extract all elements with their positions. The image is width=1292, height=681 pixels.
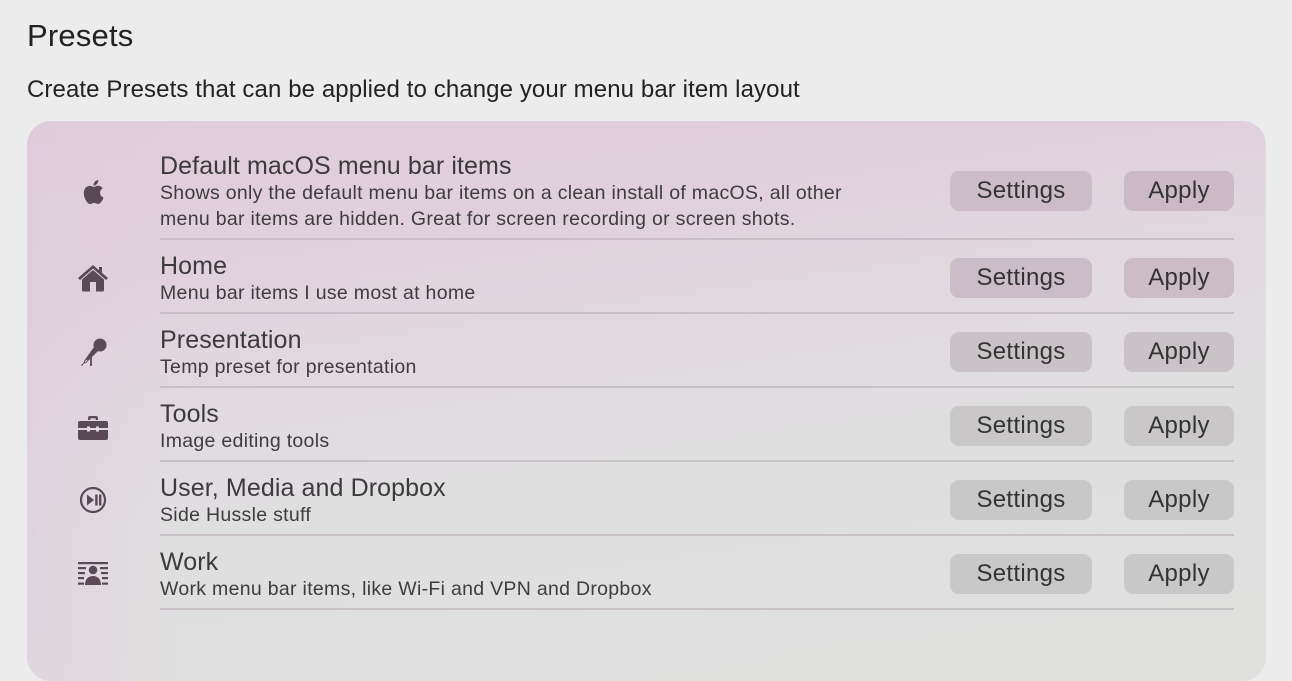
preset-description: menu bar items are hidden. Great for scr… (160, 208, 796, 230)
divider (160, 312, 1234, 314)
settings-button[interactable]: Settings (950, 554, 1092, 594)
preset-description: Side Hussle stuff (160, 504, 312, 526)
page-title: Presets (27, 18, 134, 53)
apply-button[interactable]: Apply (1124, 332, 1234, 372)
settings-button[interactable]: Settings (950, 480, 1092, 520)
divider (160, 386, 1234, 388)
play-pause-circle-icon (73, 480, 113, 520)
presets-list: Default macOS menu bar items Shows only … (27, 121, 1266, 681)
settings-button[interactable]: Settings (950, 406, 1092, 446)
toolbox-icon (73, 408, 113, 448)
divider (160, 238, 1234, 240)
preset-description: Temp preset for presentation (160, 356, 417, 378)
house-icon (73, 258, 113, 298)
apple-logo-icon (73, 172, 113, 212)
preset-description: Work menu bar items, like Wi-Fi and VPN … (160, 578, 652, 600)
apply-button[interactable]: Apply (1124, 480, 1234, 520)
settings-button[interactable]: Settings (950, 258, 1092, 298)
divider (160, 460, 1234, 462)
divider (160, 534, 1234, 536)
settings-button[interactable]: Settings (950, 171, 1092, 211)
page-subtitle: Create Presets that can be applied to ch… (27, 76, 800, 103)
preset-description: Menu bar items I use most at home (160, 282, 476, 304)
preset-title: Presentation (160, 326, 302, 354)
preset-description: Shows only the default menu bar items on… (160, 182, 842, 204)
preset-title: Tools (160, 400, 219, 428)
apply-button[interactable]: Apply (1124, 258, 1234, 298)
preset-title: Work (160, 548, 219, 576)
divider (160, 608, 1234, 610)
apply-button[interactable]: Apply (1124, 406, 1234, 446)
settings-button[interactable]: Settings (950, 332, 1092, 372)
person-text-wrap-icon (73, 554, 113, 594)
microphone-icon (73, 332, 113, 372)
preset-title: User, Media and Dropbox (160, 474, 446, 502)
apply-button[interactable]: Apply (1124, 171, 1234, 211)
apply-button[interactable]: Apply (1124, 554, 1234, 594)
preset-title: Home (160, 252, 228, 280)
preset-title: Default macOS menu bar items (160, 152, 512, 180)
preset-description: Image editing tools (160, 430, 330, 452)
